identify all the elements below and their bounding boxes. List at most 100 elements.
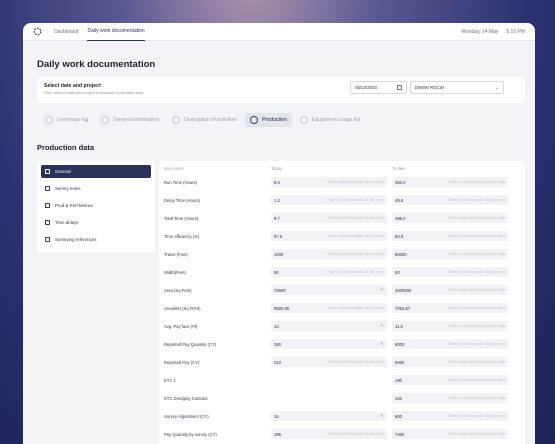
today-input[interactable]: 87.6 Enter a short description of your en…	[271, 231, 387, 241]
row-label: Avg. Pay face (Ft)	[164, 323, 198, 329]
tab-description-of-activities[interactable]: Description of activities	[167, 113, 242, 127]
pencil-icon[interactable]: ✎	[380, 323, 384, 329]
app-logo-icon[interactable]	[33, 27, 42, 36]
to-date-value: 8400	[395, 359, 405, 365]
today-input[interactable]: 185 Enter a short description of your ent…	[271, 429, 387, 439]
to-date-input[interactable]: 7093.67 Enter a short description of your…	[392, 303, 508, 313]
tab-label: Equipment usage list	[311, 117, 361, 123]
to-date-input[interactable]: 80.5 Enter a short description of your en…	[392, 231, 508, 241]
to-date-value: 350.0	[395, 179, 406, 185]
column-header-item: Item name	[164, 166, 184, 171]
to-date-value: 190	[395, 377, 402, 383]
today-input[interactable]: 8.0 Enter a short description of your ent…	[271, 177, 387, 187]
to-date-input[interactable]: 7400 Enter a short description of your en…	[392, 429, 508, 439]
tab-equipment-usage-list[interactable]: Equipment usage list	[295, 113, 365, 127]
sidebar-item-prod-perf-metrics[interactable]: Prod & Perf Metrics	[41, 199, 151, 212]
today-input[interactable]: 280 ✎	[271, 339, 387, 349]
calendar-icon	[397, 85, 402, 90]
sidebar-item-label: Prod & Perf Metrics	[55, 203, 94, 208]
notes-icon	[45, 186, 50, 191]
section-title: Production data	[37, 143, 95, 152]
to-date-input[interactable]: 8400 Enter a short description of your en…	[392, 357, 508, 367]
today-value: 12	[274, 323, 279, 329]
date-project-card: Select date and project First, select a …	[37, 77, 525, 103]
to-date-value: 50	[395, 269, 400, 275]
clock-icon	[45, 220, 50, 225]
log-icon	[45, 116, 53, 124]
comment-placeholder: Enter a short description of your entry	[448, 378, 505, 382]
to-date-input[interactable]: 3000000 Enter a short description of your…	[392, 285, 508, 295]
project-select[interactable]: DNNW ROCW ⌄	[410, 81, 504, 94]
comment-placeholder: Enter a short description of your entry	[448, 270, 505, 274]
info-icon	[101, 116, 110, 124]
sidebar-item-label: Surveying references	[55, 237, 97, 242]
tab-production[interactable]: Production	[245, 113, 292, 127]
to-date-input[interactable]: 49.8 Enter a short description of your en…	[392, 195, 508, 205]
comment-placeholder: Enter a short description of your entry	[448, 252, 505, 256]
sidebar-item-survey-notes[interactable]: Survey notes	[41, 182, 151, 195]
to-date-input[interactable]: 60000 Enter a short description of your e…	[392, 249, 508, 259]
pencil-icon[interactable]: ✎	[380, 287, 384, 293]
comment-placeholder: Enter a short description of your entry	[448, 306, 505, 310]
table-row: Reported Pay (CY) 210 Enter a short descri…	[159, 356, 525, 368]
comment-placeholder: Enter a short description of your entry	[448, 414, 505, 418]
table-row: Width(Feet) 50 Enter a short description o…	[159, 266, 525, 278]
tab-label: Description of activities	[184, 117, 238, 123]
comment-placeholder: Enter a short description of your entry	[327, 252, 384, 256]
sidebar-item-general[interactable]: General	[41, 165, 151, 178]
today-input[interactable]: 1.2 Enter a short description of your ent…	[271, 195, 387, 205]
comment-placeholder: Enter a short description of your entry	[448, 180, 505, 184]
topbar-date: Monday, 14 May	[461, 28, 499, 35]
sidebar-item-surveying-references[interactable]: Surveying references	[41, 233, 151, 246]
row-label: Travel (Feet)	[164, 251, 188, 257]
monitor-icon	[45, 237, 50, 242]
to-date-value: 395.0	[395, 215, 406, 221]
page-title: Daily work documentation	[37, 59, 156, 70]
today-value: 1.2	[274, 197, 280, 203]
to-date-input[interactable]: 11.5 Enter a short description of your en…	[392, 321, 508, 331]
comment-placeholder: Enter a short description of your entry	[448, 396, 505, 400]
today-input[interactable]: 15 ✎	[271, 411, 387, 421]
today-input[interactable]: 70000 ✎	[271, 285, 387, 295]
comment-placeholder: Enter a short description of your entry	[448, 342, 505, 346]
to-date-input[interactable]: 190 Enter a short description of your ent…	[392, 375, 508, 385]
today-value: 1000	[274, 251, 284, 257]
date-field[interactable]: 05/14/2024	[350, 81, 407, 94]
table-row: Total Time (Hours) 9.7 Enter a short descr…	[159, 212, 525, 224]
nav-dashboard[interactable]: Dashboard	[54, 23, 78, 41]
app-window: Dashboard Daily work documentation Monda…	[23, 23, 535, 444]
to-date-input[interactable]: 350.0 Enter a short description of your e…	[392, 177, 508, 187]
list-icon	[299, 116, 308, 124]
sidebar-item-time-delays[interactable]: Time delays	[41, 216, 151, 229]
wrench-icon	[250, 116, 259, 124]
to-date-input[interactable]: 50 Enter a short description of your entr…	[392, 267, 508, 277]
today-value: 210	[274, 359, 281, 365]
today-input[interactable]: 210 Enter a short description of your ent…	[271, 357, 387, 367]
comment-placeholder: Enter a short description of your entry	[327, 216, 384, 220]
table-row: Run Time (Hours) 8.0 Enter a short descrip…	[159, 176, 525, 188]
today-input[interactable]: 9.7 Enter a short description of your ent…	[271, 213, 387, 223]
today-value: 15	[274, 413, 279, 419]
pencil-icon[interactable]: ✎	[380, 341, 384, 347]
today-input[interactable]: 12 ✎	[271, 321, 387, 331]
production-sidebar: General Survey notes Prod & Perf Metrics…	[37, 161, 155, 253]
to-date-input[interactable]: 120 Enter a short description of your ent…	[392, 393, 508, 403]
topbar-time: 5:10 PM	[506, 28, 525, 35]
to-date-value: 120	[395, 395, 402, 401]
today-input[interactable]: 9820.55 Enter a short description of your…	[271, 303, 387, 313]
table-row: ETC Dredging Contract 120 Enter a short de…	[159, 392, 525, 404]
to-date-input[interactable]: 8000 Enter a short description of your en…	[392, 339, 508, 349]
nav-daily-work[interactable]: Daily work documentation	[87, 23, 145, 41]
row-label: Delay Time (Hours)	[164, 197, 201, 203]
to-date-input[interactable]: 395.0 Enter a short description of your e…	[392, 213, 508, 223]
today-value: 280	[274, 341, 281, 347]
today-value: 9820.55	[274, 305, 290, 311]
tab-general-information[interactable]: General information	[96, 113, 164, 127]
today-input[interactable]: 1000 Enter a short description of your en…	[271, 249, 387, 259]
today-input[interactable]: 50 Enter a short description of your entr…	[271, 267, 387, 277]
to-date-input[interactable]: 600 Enter a short description of your ent…	[392, 411, 508, 421]
tab-leverman-log[interactable]: Leverman log	[40, 113, 93, 127]
column-header-today: Today	[271, 166, 283, 171]
pencil-icon[interactable]: ✎	[380, 413, 384, 419]
comment-placeholder: Enter a short description of your entry	[327, 432, 384, 436]
